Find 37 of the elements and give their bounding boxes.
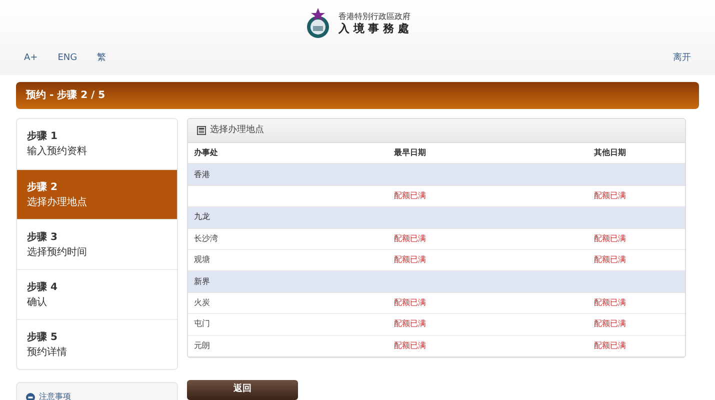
table-cell-text: 配额已满: [594, 296, 627, 309]
table-cell-text: 配额已满: [594, 232, 627, 245]
region-heading: 香港: [194, 168, 211, 181]
table-cell-text: 配额已满: [394, 254, 427, 266]
table-cell-text: 配额已满: [594, 340, 627, 352]
table-icon: [197, 126, 206, 135]
region-heading: 新界: [194, 276, 211, 288]
table-cell-text: 配额已满: [394, 296, 427, 309]
nav-link[interactable]: 离开: [673, 52, 691, 66]
region-heading: 九龙: [194, 211, 211, 224]
nav-link[interactable]: 繁: [97, 52, 106, 66]
column-header: 办事处: [194, 147, 219, 160]
department-name: 入 境 事 務 處: [338, 22, 410, 36]
table-cell-text: 长沙湾: [194, 232, 219, 245]
progress-header: 预约 - 步骤 2 / 5: [16, 82, 699, 109]
department-name: 香港特別行政區政府: [338, 12, 410, 22]
table-cell-text: 配额已满: [594, 318, 627, 330]
notes-title[interactable]: 注意事项: [39, 391, 71, 400]
back-button[interactable]: 返回: [187, 380, 298, 400]
column-header: 最早日期: [394, 147, 427, 160]
table-cell-text: 配额已满: [394, 232, 427, 245]
table-cell-text: 屯门: [194, 318, 211, 330]
panel-title: 选择办理地点: [210, 124, 264, 137]
emblem-logo: [304, 7, 330, 41]
table-cell-text: 配额已满: [594, 254, 627, 266]
table-cell-text: 配额已满: [394, 190, 427, 202]
table-cell-text: 配额已满: [594, 190, 627, 202]
table-cell-text: 观塘: [194, 254, 211, 266]
step-item[interactable]: 步骤 5 预约详情: [17, 319, 177, 369]
table-cell-text: 配额已满: [394, 340, 427, 352]
table-cell-text: 元朗: [194, 340, 211, 352]
table-cell-text: 火炭: [194, 296, 211, 309]
nav-link[interactable]: ENG: [58, 52, 78, 66]
column-header: 其他日期: [594, 147, 627, 160]
nav-link[interactable]: A+: [24, 52, 38, 66]
table-cell-text: 配额已满: [394, 318, 427, 330]
step-item[interactable]: 步骤 2 选择办理地点: [17, 169, 177, 219]
